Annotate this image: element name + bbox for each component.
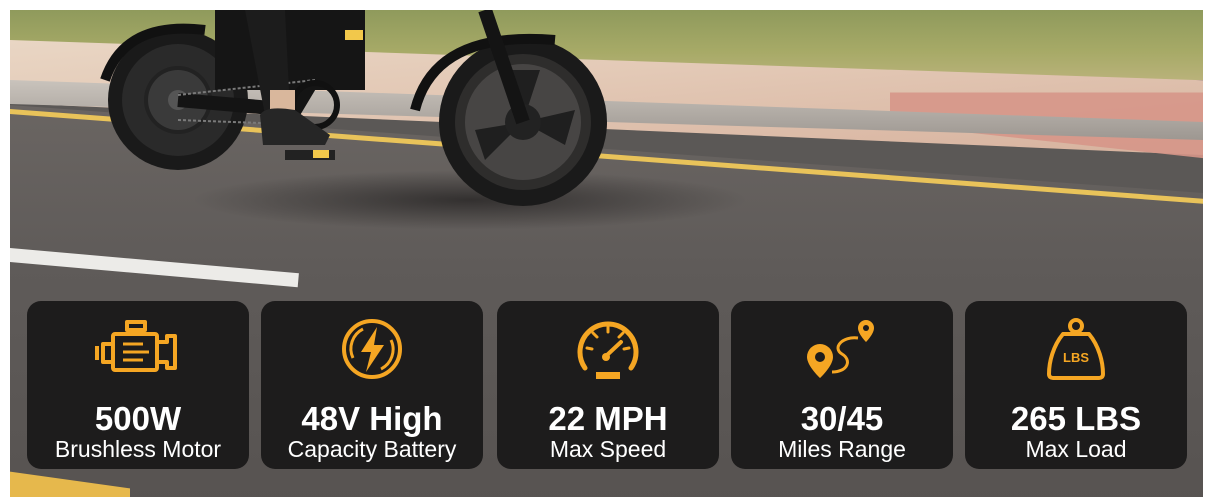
feature-label: Max Load <box>1025 436 1127 462</box>
feature-value: 22 MPH <box>548 400 668 437</box>
weight-icon: LBS <box>1031 314 1121 384</box>
banner-frame: 500W Brushless Motor 48V High Capacity B… <box>0 0 1208 499</box>
ebike-illustration <box>100 10 607 206</box>
engine-icon <box>93 314 183 384</box>
feature-label: Miles Range <box>778 436 906 462</box>
feature-value: 500W <box>94 400 182 437</box>
feature-card-speed: 22 MPH Max Speed <box>497 301 719 469</box>
feature-value: 265 LBS <box>1010 400 1142 437</box>
lightning-bolt-icon <box>327 314 417 384</box>
feature-label: Capacity Battery <box>287 436 457 462</box>
feature-label: Max Speed <box>549 436 667 462</box>
route-pin-icon <box>797 314 887 384</box>
feature-card-motor: 500W Brushless Motor <box>27 301 249 469</box>
speedometer-icon <box>563 314 653 384</box>
weight-icon-text: LBS <box>1063 350 1089 365</box>
feature-label: Brushless Motor <box>54 436 222 462</box>
feature-card-range: 30/45 Miles Range <box>731 301 953 469</box>
feature-card-load: LBS 265 LBS Max Load <box>965 301 1187 469</box>
feature-value: 48V High <box>301 400 443 437</box>
feature-card-battery: 48V High Capacity Battery <box>261 301 483 469</box>
feature-value: 30/45 <box>800 400 884 437</box>
